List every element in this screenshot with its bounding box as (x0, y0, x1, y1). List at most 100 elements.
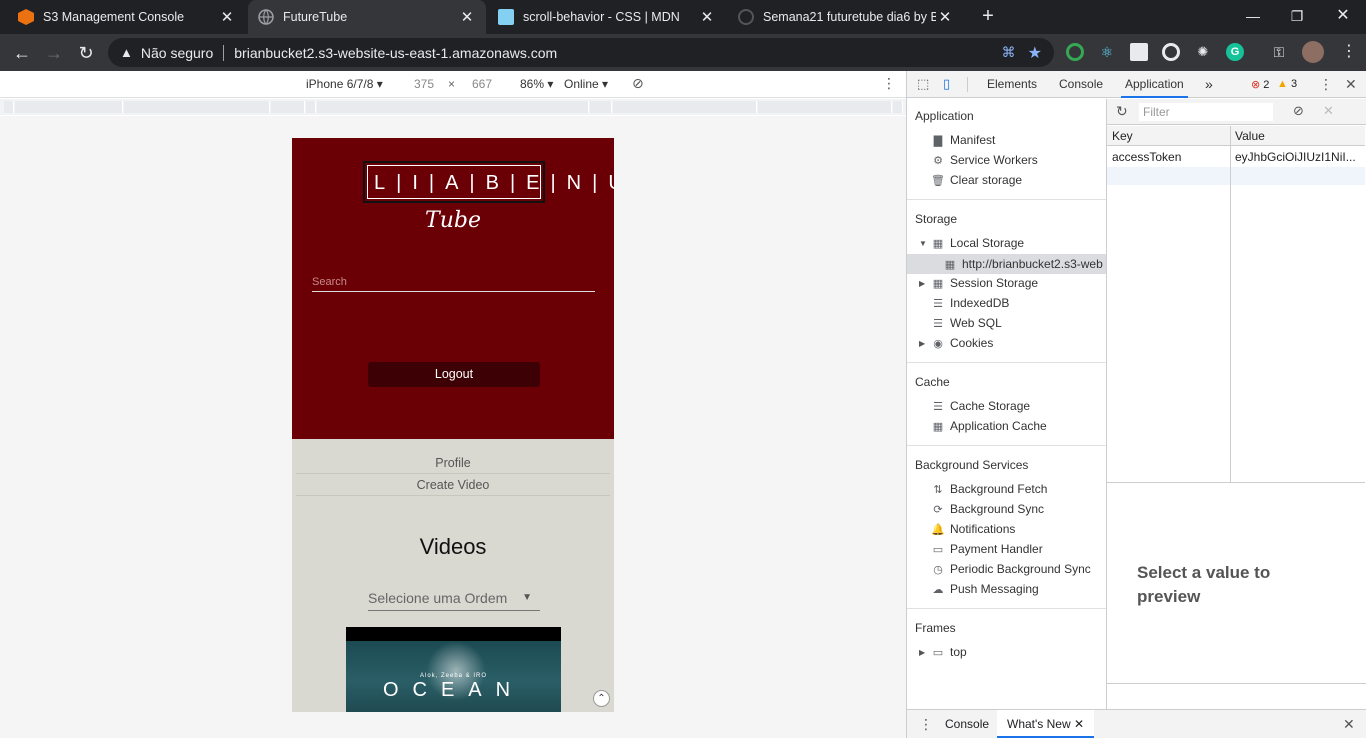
avatar[interactable] (1302, 41, 1324, 63)
column-header-value[interactable]: Value (1235, 126, 1355, 146)
filter-input[interactable]: Filter (1139, 103, 1273, 121)
inspect-icon[interactable]: ⬚ (917, 76, 929, 92)
width-input[interactable]: 375 (414, 77, 434, 91)
browser-tab[interactable]: scroll-behavior - CSS | MDN ✕ (488, 0, 726, 34)
extension-icon[interactable] (1130, 43, 1148, 61)
restore-icon[interactable]: ❐ (1281, 4, 1313, 28)
height-input[interactable]: 667 (472, 77, 492, 91)
bug-icon[interactable]: ✺ (1194, 43, 1212, 61)
close-tab-icon[interactable]: ✕ (458, 8, 476, 26)
security-label[interactable]: Não seguro (141, 45, 213, 61)
column-header-key[interactable]: Key (1112, 126, 1222, 146)
sidebar-item-indexeddb[interactable]: ☰ IndexedDB (931, 293, 1009, 313)
sidebar-item-cookies[interactable]: ◉ Cookies (931, 333, 993, 353)
close-tab-icon[interactable]: ✕ (1074, 717, 1084, 731)
reload-icon[interactable]: ↻ (73, 40, 99, 66)
ruler-segment[interactable] (306, 101, 316, 113)
sidebar-item-cache-storage[interactable]: ☰ Cache Storage (931, 396, 1030, 416)
tab-console[interactable]: Console (1059, 71, 1103, 98)
order-select[interactable]: Selecione uma Ordem ▼ (368, 588, 540, 611)
collapse-triangle-icon[interactable]: ▼ (919, 239, 927, 248)
sidebar-item-push-messaging[interactable]: ☁ Push Messaging (931, 579, 1039, 599)
browser-tab-active[interactable]: FutureTube ✕ (248, 0, 486, 34)
new-tab-button[interactable]: + (976, 4, 1000, 28)
sidebar-item-manifest[interactable]: ▇ Manifest (931, 130, 996, 150)
browser-menu-icon[interactable]: ⋮ (1340, 43, 1358, 61)
ruler-segment[interactable] (124, 101, 270, 113)
menu-item-profile[interactable]: Profile (296, 452, 610, 474)
key-icon[interactable]: ⚿ (1270, 43, 1288, 61)
sidebar-item-payment-handler[interactable]: ▭ Payment Handler (931, 539, 1043, 559)
warning-count[interactable]: ▲ 3 (1277, 78, 1297, 90)
forward-arrow-icon[interactable]: → (41, 40, 67, 66)
ruler-segment[interactable] (15, 101, 123, 113)
tab-elements[interactable]: Elements (987, 71, 1037, 98)
close-tab-icon[interactable]: ✕ (698, 8, 716, 26)
close-drawer-icon[interactable]: ✕ (1343, 716, 1355, 733)
sidebar-item-periodic-background-sync[interactable]: ◷ Periodic Background Sync (931, 559, 1091, 579)
device-toggle-icon[interactable]: ▯ (943, 76, 950, 92)
refresh-icon[interactable]: ↻ (1116, 103, 1128, 120)
sidebar-item-local-storage-origin[interactable]: ▦ http://brianbucket2.s3-web (943, 254, 1103, 274)
sidebar-item-frame-top[interactable]: ▭ top (931, 642, 967, 662)
sidebar-item-session-storage[interactable]: ▦ Session Storage (931, 273, 1038, 293)
drawer-tab-whats-new[interactable]: What's New ✕ (997, 710, 1095, 738)
browser-tab[interactable]: Semana21 futuretube dia6 by Bri ✕ (728, 0, 964, 34)
bookmark-star-icon[interactable]: ★ (1028, 43, 1042, 63)
table-row[interactable]: accessToken eyJhbGciOiJIUzI1NiI... (1107, 147, 1365, 167)
rotate-icon[interactable]: ⊘ (632, 75, 644, 92)
close-devtools-icon[interactable]: ✕ (1345, 76, 1357, 93)
tab-application[interactable]: Application (1121, 71, 1188, 98)
sidebar-item-web-sql[interactable]: ☰ Web SQL (931, 313, 1002, 333)
grammarly-icon[interactable]: G (1226, 43, 1244, 61)
drawer-menu-icon[interactable]: ⋮ (919, 716, 933, 733)
ruler-segment[interactable] (590, 101, 612, 113)
more-tabs-icon[interactable]: » (1205, 71, 1213, 98)
sidebar-item-background-sync[interactable]: ⟳ Background Sync (931, 499, 1044, 519)
expand-triangle-icon[interactable]: ▶ (919, 648, 925, 657)
sidebar-item-clear-storage[interactable]: 🗑 Clear storage (931, 170, 1022, 190)
react-devtools-icon[interactable]: ⚛ (1098, 43, 1116, 61)
browser-tab[interactable]: S3 Management Console ✕ (8, 0, 246, 34)
clear-all-icon[interactable]: ⊘ (1293, 103, 1304, 119)
menu-item-create-video[interactable]: Create Video (296, 474, 610, 496)
ruler-segment[interactable] (271, 101, 305, 113)
extension-icon[interactable] (1066, 43, 1084, 61)
sidebar-item-service-workers[interactable]: ⚙ Service Workers (931, 150, 1038, 170)
ruler-segment[interactable] (4, 101, 14, 113)
ruler-segment[interactable] (317, 101, 589, 113)
logout-button[interactable]: Logout (368, 362, 540, 387)
error-count[interactable]: ⊗ 2 (1251, 78, 1269, 91)
extension-icon[interactable] (1162, 43, 1180, 61)
table-row-empty[interactable] (1107, 167, 1365, 185)
network-select[interactable]: Online ▾ (564, 77, 608, 91)
app-logo[interactable]: L|I|A|B|E|N|U (363, 161, 614, 203)
ruler-segment[interactable] (758, 101, 892, 113)
devtools-menu-icon[interactable]: ⋮ (1319, 76, 1333, 93)
translate-icon[interactable]: ⌘ (1002, 44, 1016, 61)
sidebar-item-notifications[interactable]: 🔔 Notifications (931, 519, 1015, 539)
sidebar-item-background-fetch[interactable]: ⇅ Background Fetch (931, 479, 1047, 499)
drawer-tab-console[interactable]: Console (945, 717, 989, 731)
close-tab-icon[interactable]: ✕ (218, 8, 236, 26)
device-select[interactable]: iPhone 6/7/8 ▾ (306, 77, 383, 91)
sidebar-item-application-cache[interactable]: ▦ Application Cache (931, 416, 1047, 436)
expand-triangle-icon[interactable]: ▶ (919, 339, 925, 348)
more-options-icon[interactable]: ⋮ (882, 75, 896, 92)
back-arrow-icon[interactable]: ← (9, 40, 35, 66)
close-window-icon[interactable]: ✕ (1327, 4, 1359, 28)
video-thumbnail[interactable]: Alok, Zeeba & IRO OCEAN (346, 627, 561, 712)
delete-selected-icon[interactable]: ✕ (1323, 103, 1334, 119)
search-input[interactable]: Search (312, 276, 595, 292)
minimize-icon[interactable]: — (1237, 4, 1269, 28)
expand-triangle-icon[interactable]: ▶ (919, 279, 925, 288)
zoom-select[interactable]: 86% ▾ (520, 77, 553, 91)
warning-icon[interactable]: ▲ (120, 45, 133, 60)
ruler-segment[interactable] (893, 101, 903, 113)
scroll-up-icon[interactable]: ⌃ (593, 690, 610, 707)
close-tab-icon[interactable]: ✕ (936, 8, 954, 26)
url-text[interactable]: brianbucket2.s3-website-us-east-1.amazon… (234, 45, 557, 61)
sidebar-item-local-storage[interactable]: ▦ Local Storage (931, 233, 1024, 253)
ruler-segment[interactable] (613, 101, 757, 113)
address-bar[interactable]: ▲ Não seguro brianbucket2.s3-website-us-… (108, 38, 1054, 67)
